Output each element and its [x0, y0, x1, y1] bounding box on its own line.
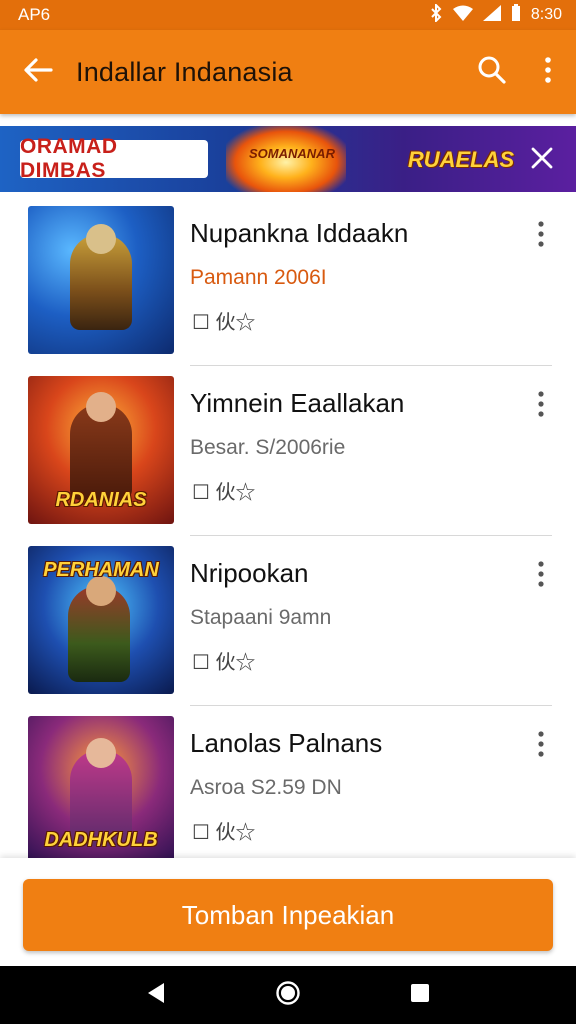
game-thumbnail: PERHAMAN — [28, 546, 174, 694]
search-icon — [477, 55, 507, 90]
back-button[interactable] — [0, 30, 76, 114]
more-vertical-icon — [544, 56, 552, 88]
item-subtitle: Besar. S/2006rie — [190, 436, 346, 459]
game-thumbnail: RDANIAS — [28, 376, 174, 524]
bottom-action-area: Tomban Inpeakian — [0, 858, 576, 966]
status-icons: 8:30 — [429, 2, 562, 27]
item-meta-icons: ☐ 伙☆ — [192, 482, 256, 504]
item-title: Nripookan — [190, 558, 309, 588]
more-vertical-icon — [537, 220, 545, 252]
item-more-button[interactable] — [522, 384, 560, 428]
item-subtitle: Asroa S2.59 DN — [190, 776, 342, 799]
thumbnail-character-head — [86, 392, 116, 422]
ad-center-logo: SOMANANAR — [249, 146, 335, 161]
item-meta-icons: ☐ 伙☆ — [192, 652, 256, 674]
item-meta-icons: ☐ 伙☆ — [192, 822, 256, 844]
square-recents-icon — [410, 983, 430, 1008]
ad-left-logo: ORAMAD DIMBAS — [20, 135, 208, 182]
page-title: Indallar Indanasia — [76, 56, 293, 87]
item-title: Nupankna Iddaakn — [190, 218, 409, 248]
item-more-button[interactable] — [522, 724, 560, 768]
list-item[interactable]: RDANIAS Yimnein Eaallakan Besar. S/2006r… — [0, 366, 576, 536]
game-thumbnail: DADHKULB — [28, 716, 174, 858]
more-vertical-icon — [537, 390, 545, 422]
status-time: 8:30 — [530, 6, 562, 23]
battery-icon — [511, 3, 521, 27]
signal-icon — [482, 4, 501, 26]
list-item[interactable]: Nupankna Iddaakn Pamann 2006I ☐ 伙☆ — [0, 196, 576, 366]
item-more-button[interactable] — [522, 214, 560, 258]
ad-right-logo: RUAELAS — [407, 147, 515, 172]
thumbnail-character-head — [86, 738, 116, 768]
wifi-icon — [452, 5, 473, 26]
more-vertical-icon — [537, 560, 545, 592]
search-button[interactable] — [464, 30, 520, 114]
bluetooth-icon — [429, 2, 443, 27]
circle-home-icon — [275, 980, 301, 1011]
item-more-button[interactable] — [522, 554, 560, 598]
more-vertical-icon — [537, 730, 545, 762]
ad-banner[interactable]: ORAMAD DIMBAS SOMANANAR RUAELAS — [0, 126, 576, 192]
status-bar: AP6 8:30 — [0, 0, 576, 30]
triangle-back-icon — [146, 982, 166, 1009]
item-title: Yimnein Eaallakan — [190, 388, 405, 418]
thumbnail-label: DADHKULB — [44, 829, 158, 851]
nav-home-button[interactable] — [264, 971, 312, 1019]
arrow-left-icon — [23, 54, 53, 91]
nav-back-button[interactable] — [132, 971, 180, 1019]
app-bar-actions — [464, 30, 576, 114]
item-subtitle: Pamann 2006I — [190, 266, 327, 289]
close-icon — [531, 143, 553, 177]
thumbnail-label: RDANIAS — [55, 489, 147, 511]
status-left-text: AP6 — [18, 5, 51, 24]
item-meta-icons: ☐ 伙☆ — [192, 312, 256, 334]
system-nav-bar — [0, 966, 576, 1024]
overflow-menu-button[interactable] — [520, 30, 576, 114]
item-subtitle: Stapaani 9amn — [190, 606, 332, 629]
ad-close-button[interactable] — [520, 138, 564, 182]
nav-recents-button[interactable] — [396, 971, 444, 1019]
game-thumbnail — [28, 206, 174, 354]
thumbnail-label: PERHAMAN — [43, 559, 159, 581]
primary-action-button[interactable]: Tomban Inpeakian — [23, 879, 553, 951]
item-title: Lanolas Palnans — [190, 728, 383, 758]
list-item[interactable]: PERHAMAN Nripookan Stapaani 9amn ☐ 伙☆ — [0, 536, 576, 706]
game-list: Nupankna Iddaakn Pamann 2006I ☐ 伙☆ RDANI… — [0, 196, 576, 858]
list-item[interactable]: DADHKULB Lanolas Palnans Asroa S2.59 DN … — [0, 706, 576, 858]
app-bar: Indallar Indanasia — [0, 30, 576, 114]
thumbnail-character-head — [86, 224, 116, 254]
